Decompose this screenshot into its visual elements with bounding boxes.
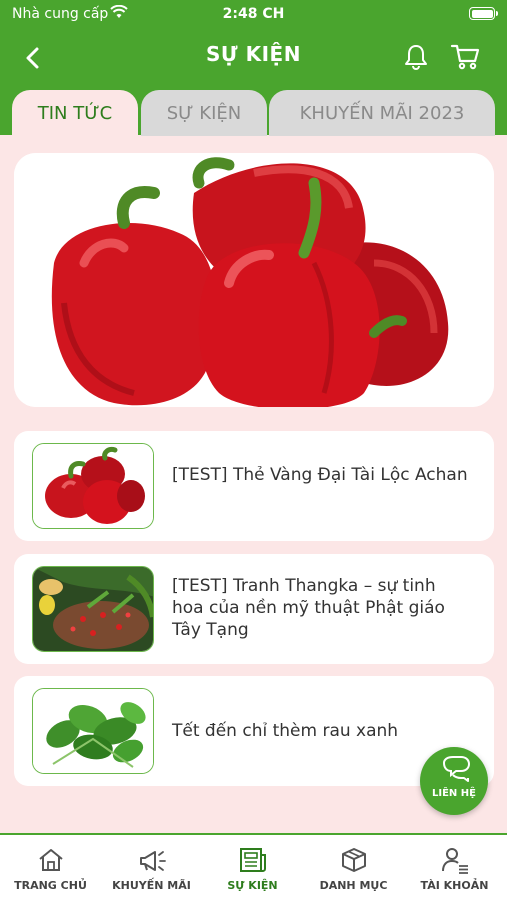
status-bar: Nhà cung cấp 2:48 CH: [0, 0, 507, 28]
newspaper-icon: [202, 845, 303, 875]
box-icon: [303, 845, 404, 875]
red-peppers-thumbnail: [33, 444, 153, 528]
nav-item-danh-muc[interactable]: DANH MỤC: [303, 845, 404, 900]
news-title: [TEST] Thẻ Vàng Đại Tài Lộc Achan: [172, 465, 468, 485]
nav-label: KHUYẾN MÃI: [112, 879, 191, 892]
cart-icon: [450, 44, 480, 70]
nav-label: DANH MỤC: [319, 879, 388, 892]
news-thumbnail: [32, 688, 154, 774]
news-title: Tết đến chỉ thèm rau xanh: [172, 721, 399, 741]
home-icon: [0, 845, 101, 875]
news-thumbnail: [32, 566, 154, 652]
contact-fab-label: LIÊN HỆ: [432, 788, 476, 799]
tab-tin-tuc[interactable]: TIN TỨC: [12, 90, 138, 136]
nav-label: SỰ KIỆN: [227, 879, 278, 892]
nav-item-khuyen-mai[interactable]: KHUYẾN MÃI: [101, 845, 202, 900]
nav-item-su-kien[interactable]: SỰ KIỆN: [202, 845, 303, 900]
tab-su-kien[interactable]: SỰ KIỆN: [141, 90, 267, 136]
tab-khuyen-mai-2023[interactable]: KHUYẾN MÃI 2023: [269, 90, 495, 136]
cart-button[interactable]: [447, 40, 483, 74]
nav-item-trang-chu[interactable]: TRANG CHỦ: [0, 845, 101, 900]
status-time: 2:48 CH: [222, 6, 285, 22]
app-header: Nhà cung cấp 2:48 CH SỰ KIỆN TIN TỨC SỰ …: [0, 0, 507, 136]
account-icon: [404, 845, 505, 875]
greens-thumbnail: [33, 689, 153, 773]
spicy-salad-thumbnail: [33, 567, 153, 651]
contact-fab-button[interactable]: LIÊN HỆ: [420, 747, 488, 815]
bottom-navigation: TRANG CHỦ KHUYẾN MÃI SỰ KIỆN DANH MỤC TÀ…: [0, 833, 507, 900]
battery-icon: [469, 7, 498, 20]
bell-icon: [405, 45, 427, 70]
news-item-2[interactable]: [TEST] Tranh Thangka – sự tinh hoa của n…: [14, 554, 494, 664]
featured-banner[interactable]: [14, 153, 494, 407]
red-peppers-image: [14, 153, 494, 407]
nav-item-tai-khoan[interactable]: TÀI KHOẢN: [404, 845, 505, 900]
news-thumbnail: [32, 443, 154, 529]
notification-button[interactable]: [400, 40, 432, 74]
news-title: [TEST] Tranh Thangka – sự tinh hoa của n…: [172, 576, 445, 640]
chat-icon: [442, 756, 471, 782]
nav-label: TÀI KHOẢN: [420, 879, 489, 892]
nav-label: TRANG CHỦ: [14, 879, 87, 892]
news-item-1[interactable]: [TEST] Thẻ Vàng Đại Tài Lộc Achan: [14, 431, 494, 541]
megaphone-icon: [101, 845, 202, 875]
